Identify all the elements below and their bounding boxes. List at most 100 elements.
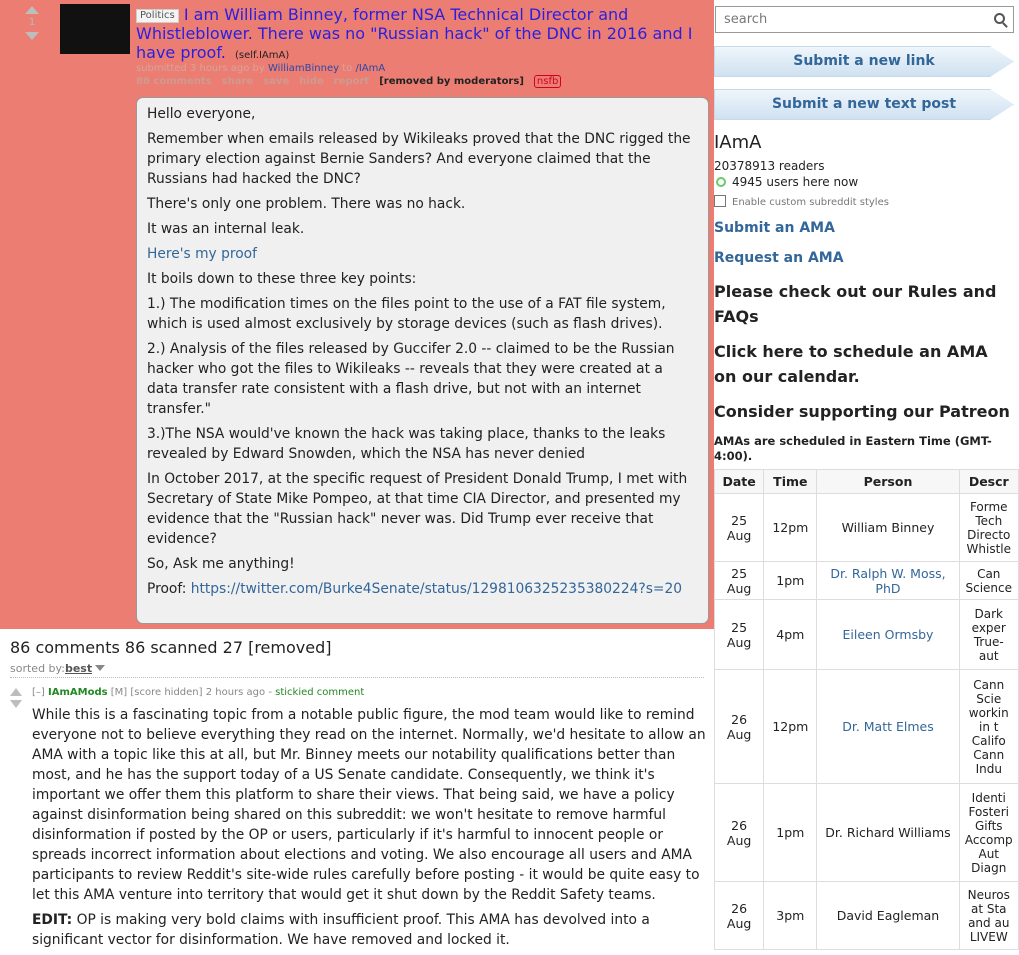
date-day: 25 — [731, 619, 748, 635]
tagline-prefix: submitted 3 hours ago by — [136, 63, 265, 74]
request-ama-link[interactable]: Request an AMA — [714, 250, 844, 266]
table-row: 26 Aug 1pm Dr. Richard Williams Identi Foster… — [714, 783, 1019, 882]
date-month: Aug — [726, 580, 752, 596]
description-line: Directo — [967, 527, 1011, 542]
search-icon[interactable] — [994, 13, 1005, 24]
description-line: in t — [979, 719, 999, 734]
upvote-icon[interactable] — [10, 688, 22, 696]
downvote-icon[interactable] — [10, 700, 22, 708]
tagline-to: to — [342, 63, 353, 74]
description-line: Forme — [969, 499, 1008, 514]
calendar-link[interactable]: Click here — [714, 342, 803, 361]
search-input[interactable]: search — [715, 6, 1014, 33]
submit-link-button[interactable]: Submit a new link — [714, 46, 1014, 77]
comment-vote — [10, 688, 24, 712]
date-day: 26 — [731, 900, 748, 916]
table-header-row: Date Time Person Descr — [714, 469, 1019, 494]
proof-line: Proof: https://twitter.com/Burke4Senate/… — [147, 579, 698, 599]
table-row: 25 Aug 1pm Dr. Ralph W. Moss, PhD Can Science — [714, 561, 1019, 600]
proof-url-link[interactable]: https://twitter.com/Burke4Senate/status/… — [191, 581, 682, 597]
table-row: 26 Aug 12pm Dr. Matt Elmes Cann Scie workin in … — [714, 669, 1019, 784]
post-author[interactable]: WilliamBinney — [268, 63, 339, 74]
timezone-note: AMAs are scheduled in Eastern Time (GMT-… — [714, 434, 992, 463]
description-line: at Sta — [970, 901, 1007, 916]
sort-bar: sorted by:best — [10, 662, 704, 678]
body-paragraph: There's only one problem. There was no h… — [147, 196, 466, 212]
subreddit-title[interactable]: IAmA — [714, 132, 761, 153]
hide-button[interactable]: hide — [299, 76, 324, 87]
date-month: Aug — [726, 726, 752, 742]
description-line: Gifts — [974, 818, 1003, 833]
post: 1 Politics I am William Binney, former N… — [0, 0, 714, 629]
column-header: Person — [816, 469, 960, 494]
person-cell[interactable]: Dr. Ralph W. Moss, PhD — [816, 561, 960, 600]
body-paragraph: It was an internal leak. — [147, 221, 305, 237]
date-cell: 25 Aug — [714, 599, 765, 670]
post-domain[interactable]: (self.IAmA) — [235, 50, 289, 61]
post-buttons: 86 comments share save hide report [removed b… — [136, 75, 571, 88]
date-day: 25 — [731, 512, 748, 528]
post-score: 1 — [28, 17, 36, 28]
post-subreddit[interactable]: /IAmA — [355, 63, 385, 74]
stickied-label: stickied comment — [275, 687, 365, 698]
comment-score: [score hidden] — [130, 687, 203, 698]
nsfb-badge: nsfb — [533, 75, 562, 88]
post-body: Hello everyone, Remember when emails rel… — [136, 97, 709, 624]
description-line: exper — [971, 620, 1006, 635]
submit-text-button[interactable]: Submit a new text post — [714, 89, 1014, 120]
submit-ama-link[interactable]: Submit an AMA — [714, 220, 835, 236]
date-month: Aug — [726, 634, 752, 650]
post-title[interactable]: I am William Binney, former NSA Technica… — [136, 5, 692, 62]
description-line: Cann — [973, 677, 1005, 692]
time-cell: 1pm — [763, 783, 818, 882]
body-paragraph: 3.)The NSA would've known the hack was t… — [147, 426, 666, 462]
comment-edit: EDIT: OP is making very bold claims with… — [32, 910, 708, 950]
report-button[interactable]: report — [334, 76, 369, 87]
table-row: 25 Aug 4pm Eileen Ormsby Dark exper True-aut — [714, 599, 1019, 670]
person-cell: Dr. Richard Williams — [816, 783, 960, 882]
date-day: 26 — [731, 711, 748, 727]
upvote-icon[interactable] — [25, 6, 39, 14]
post-thumbnail[interactable] — [60, 4, 130, 54]
chevron-down-icon[interactable] — [95, 665, 106, 671]
date-month: Aug — [726, 915, 752, 931]
date-day: 25 — [731, 565, 748, 581]
description-cell: Dark exper True-aut — [958, 599, 1019, 670]
post-vote: 1 — [24, 6, 40, 40]
date-cell: 26 Aug — [714, 669, 765, 784]
sort-dropdown[interactable]: best — [65, 662, 92, 675]
mod-tag: [M] — [110, 687, 128, 698]
time-cell: 4pm — [763, 599, 818, 670]
person-cell[interactable]: Eileen Ormsby — [816, 599, 960, 670]
comment-body: While this is a fascinating topic from a… — [32, 705, 708, 955]
removed-label: [removed by moderators] — [379, 76, 524, 87]
description-line: Scie — [976, 691, 1002, 706]
custom-styles-toggle[interactable]: Enable custom subreddit styles — [714, 195, 889, 208]
description-line: Califo — [971, 733, 1006, 748]
checkbox-icon[interactable] — [714, 195, 726, 207]
downvote-icon[interactable] — [25, 32, 39, 40]
description-cell: Forme Tech Directo Whistle — [958, 493, 1019, 562]
date-cell: 26 Aug — [714, 783, 765, 882]
comment-author[interactable]: IAmAMods — [48, 687, 108, 698]
readers-count: 20378913 readers — [714, 159, 825, 173]
description-line: True- — [973, 634, 1004, 649]
description-line: Diagn — [971, 860, 1007, 875]
online-dot-icon — [716, 177, 726, 187]
share-button[interactable]: share — [222, 76, 254, 87]
date-month: Aug — [726, 832, 752, 848]
proof-link[interactable]: Here's my proof — [147, 246, 257, 262]
comment-time: 2 hours ago — [205, 687, 266, 698]
patreon-notice: Consider supporting our Patreon — [714, 399, 1014, 424]
save-button[interactable]: save — [263, 76, 289, 87]
comment-paragraph: While this is a fascinating topic from a… — [32, 707, 706, 903]
sort-label: sorted by: — [10, 662, 65, 675]
patreon-link[interactable]: Patreon — [939, 402, 1010, 421]
collapse-toggle[interactable]: [–] — [32, 687, 45, 698]
comments-button[interactable]: 86 comments — [136, 76, 212, 87]
body-paragraph: In October 2017, at the specific request… — [147, 471, 688, 547]
proof-label: Proof: — [147, 581, 187, 597]
person-cell[interactable]: Dr. Matt Elmes — [816, 669, 960, 784]
description-line: workin — [968, 705, 1009, 720]
search-placeholder: search — [724, 12, 768, 27]
